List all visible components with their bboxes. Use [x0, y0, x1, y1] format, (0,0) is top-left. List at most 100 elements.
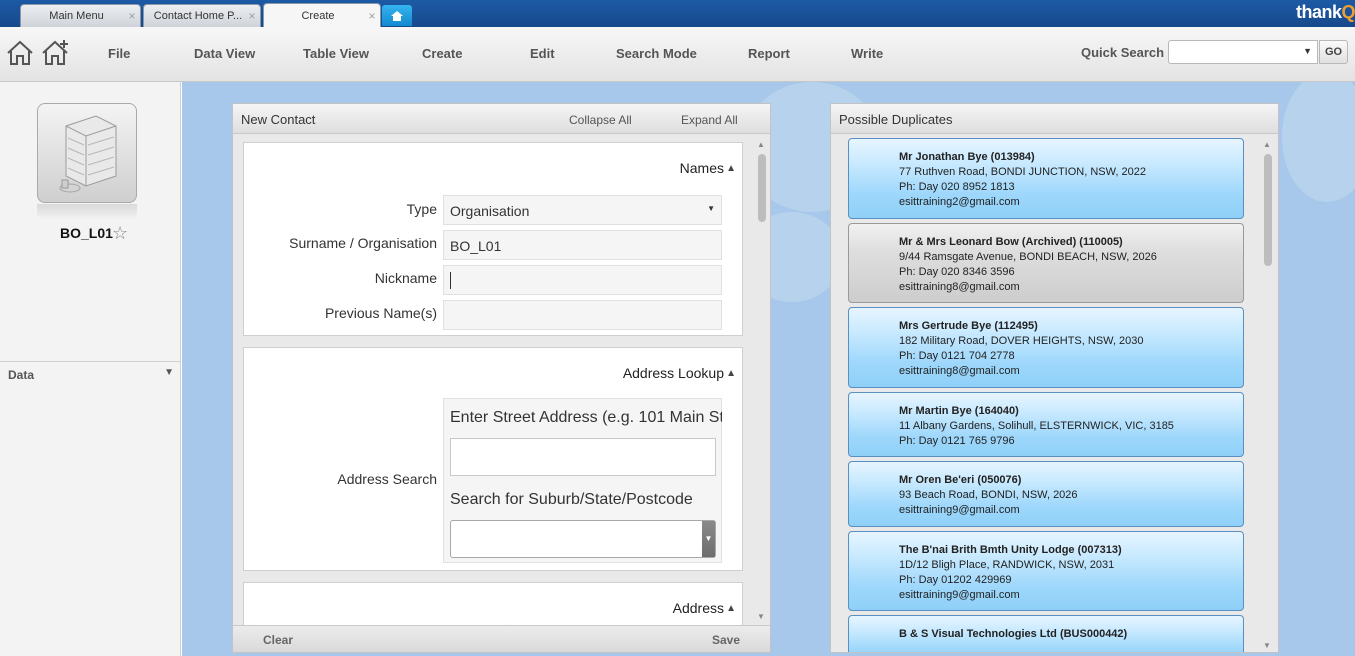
duplicate-address: 11 Albany Gardens, Solihull, ELSTERNWICK…: [899, 420, 1174, 432]
expand-all-button[interactable]: Expand All: [681, 113, 738, 127]
duplicate-name: The B'nai Brith Bmth Unity Lodge (007313…: [899, 544, 1122, 556]
chevron-up-icon[interactable]: ▲: [726, 603, 736, 614]
duplicate-card[interactable]: Mr Oren Be'eri (050076) 93 Beach Road, B…: [848, 461, 1244, 527]
record-name: BO_L01: [60, 225, 113, 241]
clear-button[interactable]: Clear: [263, 633, 293, 647]
caret-down-icon[interactable]: ▼: [1303, 46, 1312, 56]
tab-label: Create: [301, 9, 335, 22]
building-icon: [59, 115, 117, 193]
scroll-up-icon[interactable]: ▲: [757, 140, 765, 149]
tab-main-menu[interactable]: Main Menu ×: [20, 4, 141, 27]
menu-edit[interactable]: Edit: [530, 46, 555, 61]
background-puzzle-shape: [1282, 82, 1355, 202]
duplicate-card[interactable]: Mr Jonathan Bye (013984) 77 Ruthven Road…: [848, 138, 1244, 219]
type-select[interactable]: Organisation ▼: [443, 195, 722, 225]
menu-bar: File Data View Table View Create Edit Se…: [0, 27, 1355, 82]
surname-input[interactable]: BO_L01: [443, 230, 722, 260]
duplicate-address: 77 Ruthven Road, BONDI JUNCTION, NSW, 20…: [899, 166, 1146, 178]
type-label: Type: [406, 201, 437, 217]
address-lookup-section: Address Lookup ▲ Address Search Enter St…: [243, 347, 743, 571]
scroll-down-icon[interactable]: ▼: [757, 612, 765, 621]
menu-write[interactable]: Write: [851, 46, 883, 61]
duplicate-phone: Ph: Day 01202 429969: [899, 574, 1012, 586]
collapse-all-button[interactable]: Collapse All: [569, 113, 632, 127]
duplicate-email: esittraining9@gmail.com: [899, 589, 1020, 601]
scroll-thumb[interactable]: [1264, 154, 1272, 266]
street-address-hint: Enter Street Address (e.g. 101 Main St: [450, 409, 722, 426]
duplicate-address: 1D/12 Bligh Place, RANDWICK, NSW, 2031: [899, 559, 1115, 571]
previous-names-input[interactable]: [443, 300, 722, 330]
menu-file[interactable]: File: [108, 46, 130, 61]
address-search-label: Address Search: [337, 471, 437, 487]
quick-search-input[interactable]: ▼: [1168, 40, 1318, 64]
duplicate-card-archived[interactable]: Mr & Mrs Leonard Bow (Archived) (110005)…: [848, 223, 1244, 303]
suburb-search-hint: Search for Suburb/State/Postcode: [450, 491, 693, 508]
home-icon[interactable]: [5, 39, 35, 67]
new-contact-panel: New Contact Collapse All Expand All Name…: [232, 103, 771, 653]
names-section: Names ▲ Type Organisation ▼ Surname / Or…: [243, 142, 743, 336]
form-footer: Clear Save: [233, 625, 770, 652]
quick-search-go-button[interactable]: GO: [1319, 40, 1348, 64]
nickname-input[interactable]: [443, 265, 722, 295]
panel-title: Possible Duplicates: [839, 112, 953, 127]
duplicate-email: esittraining9@gmail.com: [899, 504, 1020, 516]
close-icon[interactable]: ×: [244, 9, 260, 23]
record-sidebar: BO_L01 ☆ Data ▼: [0, 82, 181, 656]
address-section: Address ▲: [243, 582, 743, 625]
title-tab-bar: Main Menu × Contact Home P... × Create ×…: [0, 0, 1355, 27]
tab-create[interactable]: Create ×: [263, 3, 381, 27]
tab-label: Contact Home P...: [153, 10, 243, 22]
close-icon[interactable]: ×: [124, 9, 140, 23]
caret-down-icon[interactable]: ▼: [702, 521, 715, 557]
save-button[interactable]: Save: [712, 633, 740, 647]
duplicate-card[interactable]: Mr Martin Bye (164040) 11 Albany Gardens…: [848, 392, 1244, 457]
duplicate-address: 9/44 Ramsgate Avenue, BONDI BEACH, NSW, …: [899, 251, 1157, 263]
scroll-thumb[interactable]: [758, 154, 766, 222]
duplicate-phone: Ph: Day 020 8346 3596: [899, 266, 1015, 278]
data-section-label: Data: [8, 368, 35, 382]
menu-table-view[interactable]: Table View: [303, 46, 369, 61]
duplicate-address: 93 Beach Road, BONDI, NSW, 2026: [899, 489, 1078, 501]
chevron-up-icon[interactable]: ▲: [726, 368, 736, 379]
avatar-reflection: [37, 204, 137, 220]
duplicates-scrollbar[interactable]: ▲ ▼: [1262, 138, 1274, 650]
scroll-up-icon[interactable]: ▲: [1263, 140, 1271, 149]
menu-search-mode[interactable]: Search Mode: [616, 46, 697, 61]
duplicate-phone: Ph: Day 0121 704 2778: [899, 350, 1015, 362]
tab-label: Main Menu: [49, 10, 104, 22]
tab-contact-home[interactable]: Contact Home P... ×: [143, 4, 261, 27]
chevron-up-icon[interactable]: ▲: [726, 163, 736, 174]
duplicate-phone: Ph: Day 0121 765 9796: [899, 435, 1015, 447]
duplicate-name: B & S Visual Technologies Ltd (BUS000442…: [899, 628, 1128, 640]
section-title[interactable]: Address Lookup: [623, 365, 724, 381]
possible-duplicates-panel: Possible Duplicates Mr Jonathan Bye (013…: [830, 103, 1279, 653]
section-title[interactable]: Names: [680, 160, 724, 176]
menu-report[interactable]: Report: [748, 46, 790, 61]
street-address-input[interactable]: [450, 438, 716, 476]
add-home-icon[interactable]: [40, 39, 70, 67]
duplicate-phone: Ph: Day 020 8952 1813: [899, 181, 1015, 193]
duplicate-name: Mr Jonathan Bye (013984): [899, 151, 1035, 163]
favourite-star-icon[interactable]: ☆: [112, 223, 128, 244]
section-title[interactable]: Address: [673, 600, 724, 616]
suburb-search-select[interactable]: ▼: [450, 520, 716, 558]
scroll-down-icon[interactable]: ▼: [1263, 641, 1271, 650]
panel-title: New Contact: [241, 112, 316, 127]
data-section-header[interactable]: Data ▼: [0, 361, 181, 385]
duplicate-address: 182 Military Road, DOVER HEIGHTS, NSW, 2…: [899, 335, 1144, 347]
workspace: New Contact Collapse All Expand All Name…: [182, 82, 1355, 656]
caret-down-icon: ▼: [707, 204, 715, 213]
duplicate-card[interactable]: The B'nai Brith Bmth Unity Lodge (007313…: [848, 531, 1244, 611]
menu-data-view[interactable]: Data View: [194, 46, 255, 61]
new-home-tab-button[interactable]: [382, 5, 412, 26]
organisation-avatar: [37, 103, 137, 203]
duplicate-card[interactable]: B & S Visual Technologies Ltd (BUS000442…: [848, 615, 1244, 652]
chevron-down-icon: ▼: [164, 367, 174, 378]
menu-create[interactable]: Create: [422, 46, 462, 61]
duplicate-email: esittraining2@gmail.com: [899, 196, 1020, 208]
close-icon[interactable]: ×: [364, 9, 380, 23]
duplicate-card[interactable]: Mrs Gertrude Bye (112495) 182 Military R…: [848, 307, 1244, 388]
form-scrollbar[interactable]: ▲ ▼: [756, 138, 768, 623]
duplicate-name: Mr & Mrs Leonard Bow (Archived) (110005): [899, 236, 1123, 248]
duplicate-name: Mr Oren Be'eri (050076): [899, 474, 1022, 486]
